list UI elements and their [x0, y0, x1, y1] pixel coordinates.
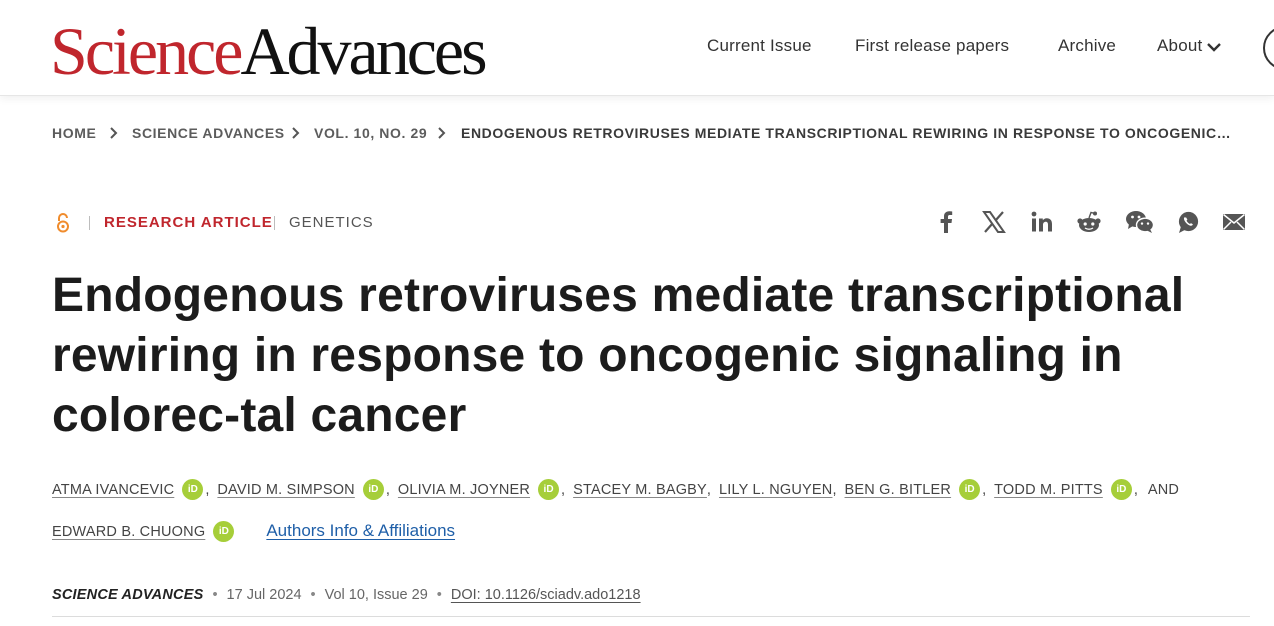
logo-advances-word: Advances — [240, 13, 487, 89]
email-icon — [1222, 213, 1246, 231]
share-email[interactable] — [1222, 210, 1246, 234]
orcid-icon[interactable]: iD — [362, 478, 384, 500]
share-whatsapp[interactable] — [1176, 210, 1200, 234]
author-name[interactable]: STACEY M. BAGBY — [573, 482, 707, 498]
separator-dot: • — [310, 587, 316, 603]
separator-dot: • — [436, 587, 442, 603]
author-name[interactable]: OLIVIA M. JOYNER — [398, 482, 530, 498]
volume-issue[interactable]: Vol 10, Issue 29 — [325, 587, 428, 603]
nav-archive[interactable]: Archive — [1058, 36, 1116, 56]
orcid-icon[interactable]: iD — [538, 478, 560, 500]
author-name[interactable]: DAVID M. SIMPSON — [217, 482, 354, 498]
meta-divider — [274, 216, 275, 230]
separator-dot: • — [212, 587, 218, 603]
open-access-icon — [57, 213, 69, 233]
article-meta: RESEARCH ARTICLE GENETICS — [52, 210, 1252, 234]
author-line: ATMA IVANCEVIC iD, DAVID M. SIMPSON iD, OL… — [52, 478, 1179, 502]
author-name[interactable]: ATMA IVANCEVIC — [52, 482, 174, 498]
nav-about-label: About — [1157, 36, 1203, 55]
x-icon — [982, 211, 1006, 233]
nav-first-release-papers[interactable]: First release papers — [855, 36, 1009, 56]
chevron-right-icon — [438, 127, 446, 139]
author-name[interactable]: EDWARD B. CHUONG — [52, 524, 205, 540]
orcid-icon[interactable]: iD — [959, 478, 981, 500]
orcid-icon[interactable]: iD — [1110, 478, 1132, 500]
breadcrumb-journal[interactable]: SCIENCE ADVANCES — [132, 125, 285, 141]
breadcrumb-issue[interactable]: VOL. 10, NO. 29 — [314, 125, 427, 141]
author-and: AND — [1147, 482, 1180, 498]
orcid-icon[interactable]: iD — [182, 478, 204, 500]
search-button[interactable] — [1263, 26, 1274, 70]
chevron-right-icon — [110, 127, 118, 139]
share-x[interactable] — [982, 210, 1006, 234]
divider — [52, 616, 1250, 617]
site-header: ScienceAdvances Current Issue First rele… — [0, 0, 1274, 96]
chevron-right-icon — [292, 127, 300, 139]
share-facebook[interactable] — [936, 210, 956, 234]
author-name[interactable]: BEN G. BITLER — [845, 482, 952, 498]
share-wechat[interactable] — [1125, 210, 1155, 234]
publication-date: 17 Jul 2024 — [226, 587, 302, 603]
authors-affiliations-link[interactable]: Authors Info & Affiliations — [266, 521, 455, 540]
journal-name[interactable]: SCIENCE ADVANCES — [52, 587, 203, 603]
doi-link[interactable]: DOI: 10.1126/sciadv.ado1218 — [451, 587, 641, 603]
nav-current-issue[interactable]: Current Issue — [707, 36, 812, 56]
whatsapp-icon — [1178, 211, 1199, 233]
share-linkedin[interactable] — [1030, 210, 1054, 234]
author-line: EDWARD B. CHUONG iD Authors Info & Affili… — [52, 519, 455, 543]
breadcrumb-article: ENDOGENOUS RETROVIRUSES MEDIATE TRANSCRI… — [461, 125, 1232, 141]
logo-science-word: Science — [50, 13, 243, 89]
meta-divider — [89, 216, 90, 230]
article-subject[interactable]: GENETICS — [289, 214, 374, 231]
wechat-icon — [1126, 211, 1155, 233]
author-name[interactable]: LILY L. NGUYEN — [719, 482, 832, 498]
article-type[interactable]: RESEARCH ARTICLE — [104, 214, 273, 231]
reddit-icon — [1077, 211, 1101, 232]
orcid-icon[interactable]: iD — [213, 520, 235, 542]
facebook-icon — [940, 211, 953, 233]
science-advances-logo[interactable]: ScienceAdvances — [50, 13, 488, 89]
breadcrumb-home[interactable]: HOME — [52, 125, 96, 141]
article-title: Endogenous retroviruses mediate transcri… — [52, 269, 1185, 442]
linkedin-icon — [1031, 211, 1052, 232]
nav-about[interactable]: About — [1157, 36, 1222, 56]
publication-info: SCIENCE ADVANCES • 17 Jul 2024 • Vol 10, Iss… — [52, 585, 641, 605]
share-reddit[interactable] — [1076, 210, 1102, 234]
author-name[interactable]: TODD M. PITTS — [994, 482, 1103, 498]
chevron-down-icon — [1207, 42, 1222, 52]
